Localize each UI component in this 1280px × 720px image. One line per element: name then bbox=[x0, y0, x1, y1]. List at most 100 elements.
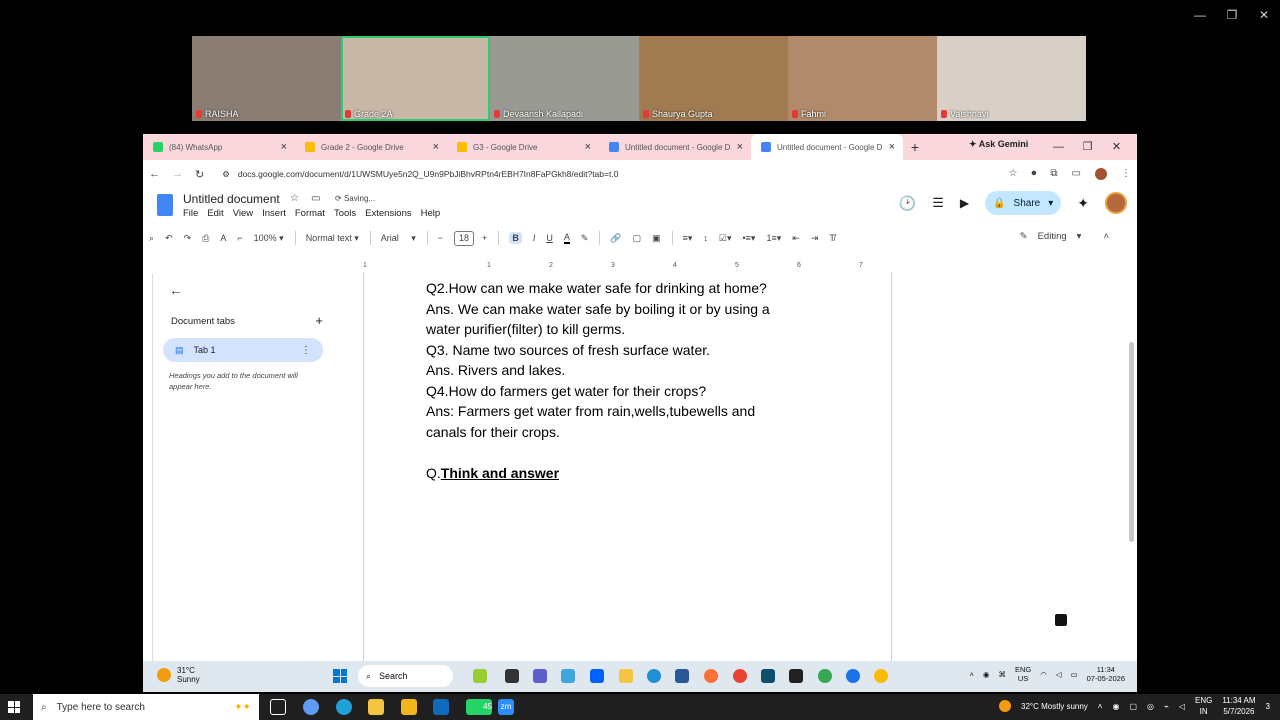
store-icon[interactable] bbox=[675, 669, 689, 683]
menu-item[interactable]: File bbox=[183, 208, 198, 219]
think-and-answer-heading[interactable]: Think and answer bbox=[441, 465, 559, 481]
back-arrow-icon[interactable]: ← bbox=[169, 282, 333, 298]
highlight-icon[interactable]: ✎ bbox=[581, 233, 589, 244]
whatsapp-taskbar-icon[interactable]: 45 bbox=[466, 699, 492, 715]
document-line[interactable]: Q4.How do farmers get water for their cr… bbox=[426, 381, 826, 402]
tray-icon-1[interactable]: ◉ bbox=[1112, 701, 1119, 712]
bulleted-list-icon[interactable]: •≡▾ bbox=[743, 233, 756, 244]
profile-avatar[interactable] bbox=[1095, 168, 1107, 180]
decrease-font-icon[interactable]: − bbox=[438, 233, 443, 243]
font-select[interactable]: Arial ▾ bbox=[381, 233, 416, 244]
menu-item[interactable]: View bbox=[233, 208, 253, 219]
menu-item[interactable]: Help bbox=[421, 208, 441, 219]
ask-gemini-button[interactable]: ✦ Ask Gemini bbox=[969, 139, 1028, 150]
taskbar-search[interactable]: ⌕ Type here to search ✦✦ bbox=[33, 694, 259, 720]
inner-weather-widget[interactable]: 31°C Sunny bbox=[157, 666, 200, 684]
dropbox-icon[interactable] bbox=[590, 669, 604, 683]
numbered-list-icon[interactable]: 1≡▾ bbox=[766, 233, 781, 244]
inner-clock[interactable]: 11:34 07-05-2026 bbox=[1087, 665, 1125, 683]
document-line[interactable]: Ans. We can make water safe by boiling i… bbox=[426, 299, 826, 320]
cmd-icon[interactable] bbox=[789, 669, 803, 683]
reload-icon[interactable]: ↻ bbox=[195, 168, 204, 181]
site-info-icon[interactable]: ⚙ bbox=[222, 169, 230, 180]
participant-tile[interactable]: RAISHA bbox=[192, 36, 341, 121]
spellcheck-icon[interactable]: A bbox=[220, 233, 226, 243]
version-history-icon[interactable]: 🕑 bbox=[899, 195, 916, 212]
browser-restore-button[interactable]: ❐ bbox=[1073, 134, 1102, 160]
paint-format-icon[interactable]: ⌐ bbox=[237, 233, 242, 243]
volume-icon[interactable]: ◁ bbox=[1056, 670, 1062, 679]
gemini-icon[interactable]: ✦ bbox=[1077, 195, 1089, 212]
document-page[interactable]: Q2.How can we make water safe for drinki… bbox=[363, 272, 892, 692]
url-field[interactable]: ⚙ docs.google.com/document/d/1UWSMUye5n2… bbox=[216, 164, 996, 184]
browser-tab[interactable]: G3 - Google Drive × bbox=[447, 134, 599, 160]
tray-chevron-icon[interactable]: ˄ bbox=[970, 670, 974, 679]
menu-item[interactable]: Insert bbox=[262, 208, 286, 219]
align-icon[interactable]: ≡▾ bbox=[683, 233, 693, 244]
vertical-scrollbar[interactable] bbox=[1129, 342, 1134, 542]
increase-font-icon[interactable]: + bbox=[482, 233, 487, 243]
record-icon[interactable]: ⏺ bbox=[1031, 168, 1036, 180]
inner-search-box[interactable]: ⌕ Search bbox=[358, 665, 453, 687]
wifi-icon[interactable]: ◠ bbox=[1040, 670, 1047, 679]
line-spacing-icon[interactable]: ↕ bbox=[703, 233, 708, 243]
underline-icon[interactable]: U bbox=[546, 233, 553, 243]
italic-icon[interactable]: I bbox=[533, 233, 536, 243]
taskbar-clock[interactable]: 11:34 AM 5/7/2026 bbox=[1222, 695, 1255, 717]
copilot-taskbar-icon[interactable] bbox=[303, 699, 319, 715]
speaker-icon[interactable]: ◁ bbox=[1179, 701, 1185, 712]
tab-close-icon[interactable]: × bbox=[737, 141, 743, 153]
image-icon[interactable]: ▣ bbox=[652, 233, 661, 244]
search-menus-icon[interactable]: ⌕ bbox=[149, 233, 154, 244]
meet-icon[interactable]: ▶ bbox=[960, 196, 969, 210]
document-tab-1[interactable]: ▤ Tab 1 ⋮ bbox=[163, 338, 323, 362]
start-button-icon[interactable] bbox=[8, 701, 20, 713]
document-line[interactable]: water purifier(filter) to kill germs. bbox=[426, 319, 826, 340]
tray-app-icon[interactable]: ◉ bbox=[983, 670, 990, 679]
participant-tile[interactable]: Vaishnavi bbox=[937, 36, 1086, 121]
participant-tile[interactable]: Fahmi bbox=[788, 36, 937, 121]
browser-close-button[interactable]: ✕ bbox=[1102, 134, 1131, 160]
zoom-taskbar-icon[interactable]: zm bbox=[498, 699, 514, 715]
menu-item[interactable]: Format bbox=[295, 208, 325, 219]
task-view-icon[interactable] bbox=[270, 699, 286, 715]
add-tab-icon[interactable]: + bbox=[315, 313, 323, 328]
edge-icon[interactable] bbox=[647, 669, 661, 683]
star-icon[interactable]: ☆ bbox=[290, 193, 299, 204]
document-body[interactable]: Q2.How can we make water safe for drinki… bbox=[426, 278, 826, 483]
bookmark-star-icon[interactable]: ☆ bbox=[1008, 168, 1017, 180]
floating-meet-icon[interactable] bbox=[1053, 612, 1069, 628]
link-icon[interactable]: 🔗 bbox=[610, 233, 621, 244]
print-icon[interactable]: ⎙ bbox=[202, 233, 209, 244]
teams-icon[interactable] bbox=[533, 669, 547, 683]
checklist-icon[interactable]: ☑▾ bbox=[719, 233, 732, 244]
app-icon[interactable] bbox=[761, 669, 775, 683]
outlook-taskbar-icon[interactable] bbox=[433, 699, 449, 715]
comments-icon[interactable]: ☰ bbox=[932, 195, 944, 211]
browser-tab[interactable]: Untitled document - Google D × bbox=[599, 134, 751, 160]
increase-indent-icon[interactable]: ⇥ bbox=[811, 233, 819, 244]
share-button[interactable]: 🔒 Share ▾ bbox=[985, 191, 1062, 215]
explorer-taskbar-icon[interactable] bbox=[368, 699, 384, 715]
tab-close-icon[interactable]: × bbox=[889, 141, 895, 153]
participant-tile[interactable]: Devaansh Kallapadi bbox=[490, 36, 639, 121]
chrome-active-icon[interactable] bbox=[818, 669, 832, 683]
menu-item[interactable]: Tools bbox=[334, 208, 356, 219]
inner-lang[interactable]: ENG US bbox=[1015, 665, 1031, 683]
extensions-icon[interactable]: ⧉ bbox=[1050, 168, 1057, 180]
notification-icon[interactable]: 3 bbox=[1266, 701, 1270, 712]
menu-item[interactable]: Extensions bbox=[365, 208, 411, 219]
tab-more-icon[interactable]: ⋮ bbox=[301, 345, 311, 356]
browser-tab[interactable]: Untitled document - Google D × bbox=[751, 134, 903, 160]
document-line[interactable] bbox=[426, 442, 826, 463]
text-color-icon[interactable]: A bbox=[563, 232, 570, 244]
edge-taskbar-icon[interactable] bbox=[336, 699, 352, 715]
meet-app-icon[interactable] bbox=[846, 669, 860, 683]
decrease-indent-icon[interactable]: ⇤ bbox=[792, 233, 800, 244]
document-heading-line[interactable]: Q.Think and answer bbox=[426, 463, 826, 484]
tray-icon-3[interactable]: ◎ bbox=[1147, 701, 1154, 712]
battery-icon[interactable]: ▭ bbox=[1071, 670, 1078, 679]
bold-icon[interactable]: B bbox=[509, 232, 522, 244]
chrome-icon[interactable] bbox=[733, 669, 747, 683]
close-button[interactable]: ✕ bbox=[1248, 8, 1280, 26]
